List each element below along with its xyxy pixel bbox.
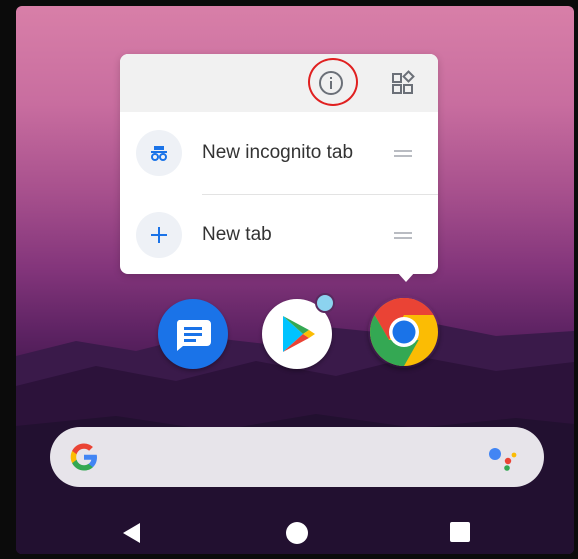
app-info-button[interactable]: [316, 68, 346, 98]
widgets-icon: [392, 70, 415, 94]
plus-icon: [151, 227, 167, 243]
incognito-icon: [151, 146, 167, 161]
incognito-icon-container: [136, 130, 182, 176]
app-shortcuts-popup: New incognito tab New tab: [120, 54, 438, 282]
messages-app-icon[interactable]: [158, 299, 228, 369]
popup-header: [120, 54, 438, 112]
info-icon: [319, 71, 343, 95]
recents-button[interactable]: [450, 522, 470, 542]
play-store-icon: [283, 316, 315, 352]
home-button[interactable]: [286, 522, 308, 544]
home-screen: New incognito tab New tab: [16, 6, 574, 554]
google-icon[interactable]: [68, 441, 100, 473]
google-search-bar[interactable]: [50, 427, 544, 487]
widgets-button[interactable]: [388, 68, 418, 98]
menu-item-label: New tab: [202, 224, 272, 245]
menu-item-new-tab[interactable]: New tab: [120, 194, 438, 274]
drag-handle-icon[interactable]: [394, 147, 412, 159]
menu-item-new-incognito-tab[interactable]: New incognito tab: [120, 112, 438, 192]
messages-icon: [176, 320, 211, 351]
assistant-icon[interactable]: [486, 443, 522, 473]
menu-item-label: New incognito tab: [202, 142, 354, 163]
phone-screen: New incognito tab New tab: [0, 0, 578, 559]
chrome-icon: [370, 298, 438, 366]
chrome-app-icon[interactable]: [368, 296, 440, 368]
plus-icon-container: [136, 212, 182, 258]
popup-pointer: [397, 272, 415, 282]
drag-handle-icon[interactable]: [394, 229, 412, 241]
back-button[interactable]: [120, 522, 142, 544]
notification-dot: [315, 293, 335, 313]
